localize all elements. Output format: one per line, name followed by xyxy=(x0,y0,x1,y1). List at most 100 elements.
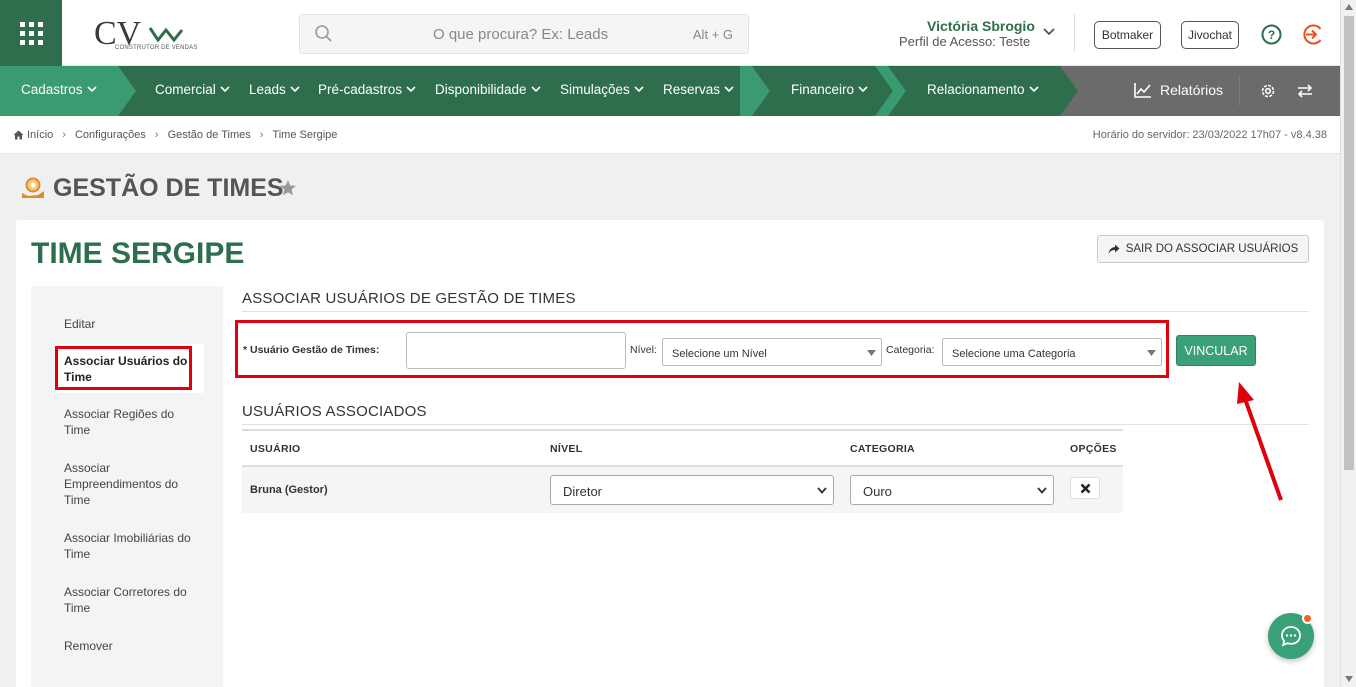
nav-item-relatorios[interactable]: Relatórios xyxy=(1134,82,1223,98)
scroll-thumb[interactable] xyxy=(1344,16,1354,470)
chevron-down-icon xyxy=(1028,86,1039,93)
row-level-select[interactable]: Diretor xyxy=(550,475,834,505)
logo-subtitle: CONSTRUTOR DE VENDAS xyxy=(115,45,198,51)
main-nav: Cadastros Comercial Leads Pré-cadastros … xyxy=(0,66,1340,116)
chevron-down-icon xyxy=(406,86,416,93)
chevron-down-icon xyxy=(290,86,300,93)
nav-item-disponibilidade[interactable]: Disponibilidade xyxy=(435,82,541,97)
nav-item-pre-cadastros[interactable]: Pré-cadastros xyxy=(318,82,416,97)
breadcrumb: Início › Configurações › Gestão de Times… xyxy=(13,129,337,141)
search-shortcut: Alt + G xyxy=(692,27,733,42)
column-header-opcoes: OPÇÕES xyxy=(1070,443,1117,455)
chat-icon xyxy=(1281,626,1301,647)
highlight-box xyxy=(55,346,192,390)
chevron-down-icon xyxy=(220,86,230,93)
chart-line-icon xyxy=(1134,83,1151,98)
column-header-usuario: USUÁRIO xyxy=(250,443,301,455)
chevron-right-icon: › xyxy=(62,129,66,141)
nav-reports-label: Relatórios xyxy=(1160,82,1224,98)
botmaker-button[interactable]: Botmaker xyxy=(1094,21,1161,49)
row-category-select[interactable]: Ouro xyxy=(850,475,1054,505)
scroll-up-icon[interactable] xyxy=(1345,4,1353,10)
row-level-value: Diretor xyxy=(563,484,603,499)
breadcrumb-home[interactable]: Início xyxy=(13,129,53,141)
breadcrumb-item: Time Sergipe xyxy=(272,129,338,141)
chevron-down-icon xyxy=(858,86,868,93)
nav-item-cadastros[interactable]: Cadastros xyxy=(21,82,97,97)
breadcrumb-item: Início xyxy=(27,129,54,141)
header-divider xyxy=(1074,14,1075,52)
exit-button-label: SAIR DO ASSOCIAR USUÁRIOS xyxy=(1125,243,1299,255)
nav-item-label: Financeiro xyxy=(791,82,855,97)
breadcrumb-item[interactable]: Configurações xyxy=(75,129,146,141)
nav-item-label: Comercial xyxy=(155,82,216,97)
logout-icon[interactable] xyxy=(1302,23,1325,46)
top-header: CV CONSTRUTOR DE VENDAS O que procura? E… xyxy=(0,0,1340,66)
breadcrumb-item[interactable]: Gestão de Times xyxy=(168,129,251,141)
highlight-box xyxy=(235,320,1169,378)
notification-dot xyxy=(1302,613,1313,624)
remove-row-button[interactable] xyxy=(1070,477,1100,499)
side-item-associar-regioes[interactable]: Associar Regiões do Time xyxy=(64,406,194,438)
side-item-remover[interactable]: Remover xyxy=(64,638,194,654)
nav-item-leads[interactable]: Leads xyxy=(249,82,300,97)
section-divider xyxy=(242,424,1309,425)
apps-grid-button[interactable] xyxy=(0,0,62,66)
nav-item-relacionamento[interactable]: Relacionamento xyxy=(927,82,1039,97)
share-arrow-icon xyxy=(1108,244,1120,254)
nav-item-simulacoes[interactable]: Simulações xyxy=(560,82,644,97)
apps-grid-icon xyxy=(19,21,43,45)
user-name[interactable]: Victória Sbrogio xyxy=(927,18,1035,34)
close-icon xyxy=(1080,483,1090,493)
nav-item-label: Disponibilidade xyxy=(435,82,527,97)
scroll-down-icon[interactable] xyxy=(1345,676,1353,682)
help-icon[interactable]: ? xyxy=(1261,24,1282,45)
search-icon xyxy=(315,25,332,42)
associated-section-title: USUÁRIOS ASSOCIADOS xyxy=(242,403,427,420)
user-profile[interactable]: Perfil de Acesso: Teste xyxy=(899,34,1030,49)
page-title: GESTÃO DE TIMES xyxy=(53,174,284,202)
nav-item-label: Relacionamento xyxy=(927,82,1025,97)
nav-item-label: Leads xyxy=(249,82,286,97)
exit-associate-button[interactable]: SAIR DO ASSOCIAR USUÁRIOS xyxy=(1097,235,1309,263)
nav-item-label: Pré-cadastros xyxy=(318,82,403,97)
side-item-associar-imobiliarias[interactable]: Associar Imobiliárias do Time xyxy=(64,530,194,562)
side-item-associar-empreendimentos[interactable]: Associar Empreendimentos do Time xyxy=(64,460,194,508)
server-time: Horário do servidor: 23/03/2022 17h07 - … xyxy=(1092,129,1327,141)
chevron-down-icon xyxy=(86,86,97,93)
chevron-down-icon[interactable] xyxy=(1043,27,1055,37)
nav-item-label: Cadastros xyxy=(21,82,83,97)
nav-item-reservas[interactable]: Reservas xyxy=(663,82,734,97)
associate-section-title: ASSOCIAR USUÁRIOS DE GESTÃO DE TIMES xyxy=(242,290,576,307)
star-icon[interactable] xyxy=(279,179,297,197)
nav-item-financeiro[interactable]: Financeiro xyxy=(791,82,868,97)
nav-item-comercial[interactable]: Comercial xyxy=(155,82,230,97)
team-management-icon xyxy=(22,177,44,198)
chevron-down-icon xyxy=(634,86,644,93)
breadcrumb-bar: Início › Configurações › Gestão de Times… xyxy=(0,116,1340,154)
jivochat-button[interactable]: Jivochat xyxy=(1181,21,1239,49)
page-scrollbar[interactable] xyxy=(1340,0,1356,687)
column-header-nivel: NÍVEL xyxy=(550,443,583,455)
table-border xyxy=(242,429,1123,431)
swap-icon[interactable] xyxy=(1296,83,1314,99)
chevron-down-icon xyxy=(530,86,541,93)
side-item-editar[interactable]: Editar xyxy=(64,316,194,332)
team-title: TIME SERGIPE xyxy=(31,237,245,270)
chevron-right-icon: › xyxy=(259,129,264,141)
svg-text:?: ? xyxy=(1268,28,1275,42)
chevron-down-icon xyxy=(724,86,734,93)
search-bar[interactable]: O que procura? Ex: Leads Alt + G xyxy=(299,14,749,54)
gear-icon[interactable] xyxy=(1259,82,1277,100)
chevron-down-icon xyxy=(817,487,827,494)
side-item-associar-corretores[interactable]: Associar Corretores do Time xyxy=(64,584,194,616)
annotation-arrow xyxy=(1237,382,1283,501)
chevron-right-icon: › xyxy=(154,129,159,141)
vincular-button[interactable]: VINCULAR xyxy=(1176,335,1256,366)
nav-item-label: Simulações xyxy=(560,82,630,97)
nav-divider xyxy=(1239,76,1240,106)
section-divider xyxy=(242,311,1309,312)
column-header-categoria: CATEGORIA xyxy=(850,443,915,455)
row-category-value: Ouro xyxy=(863,484,892,499)
home-icon xyxy=(13,130,24,140)
